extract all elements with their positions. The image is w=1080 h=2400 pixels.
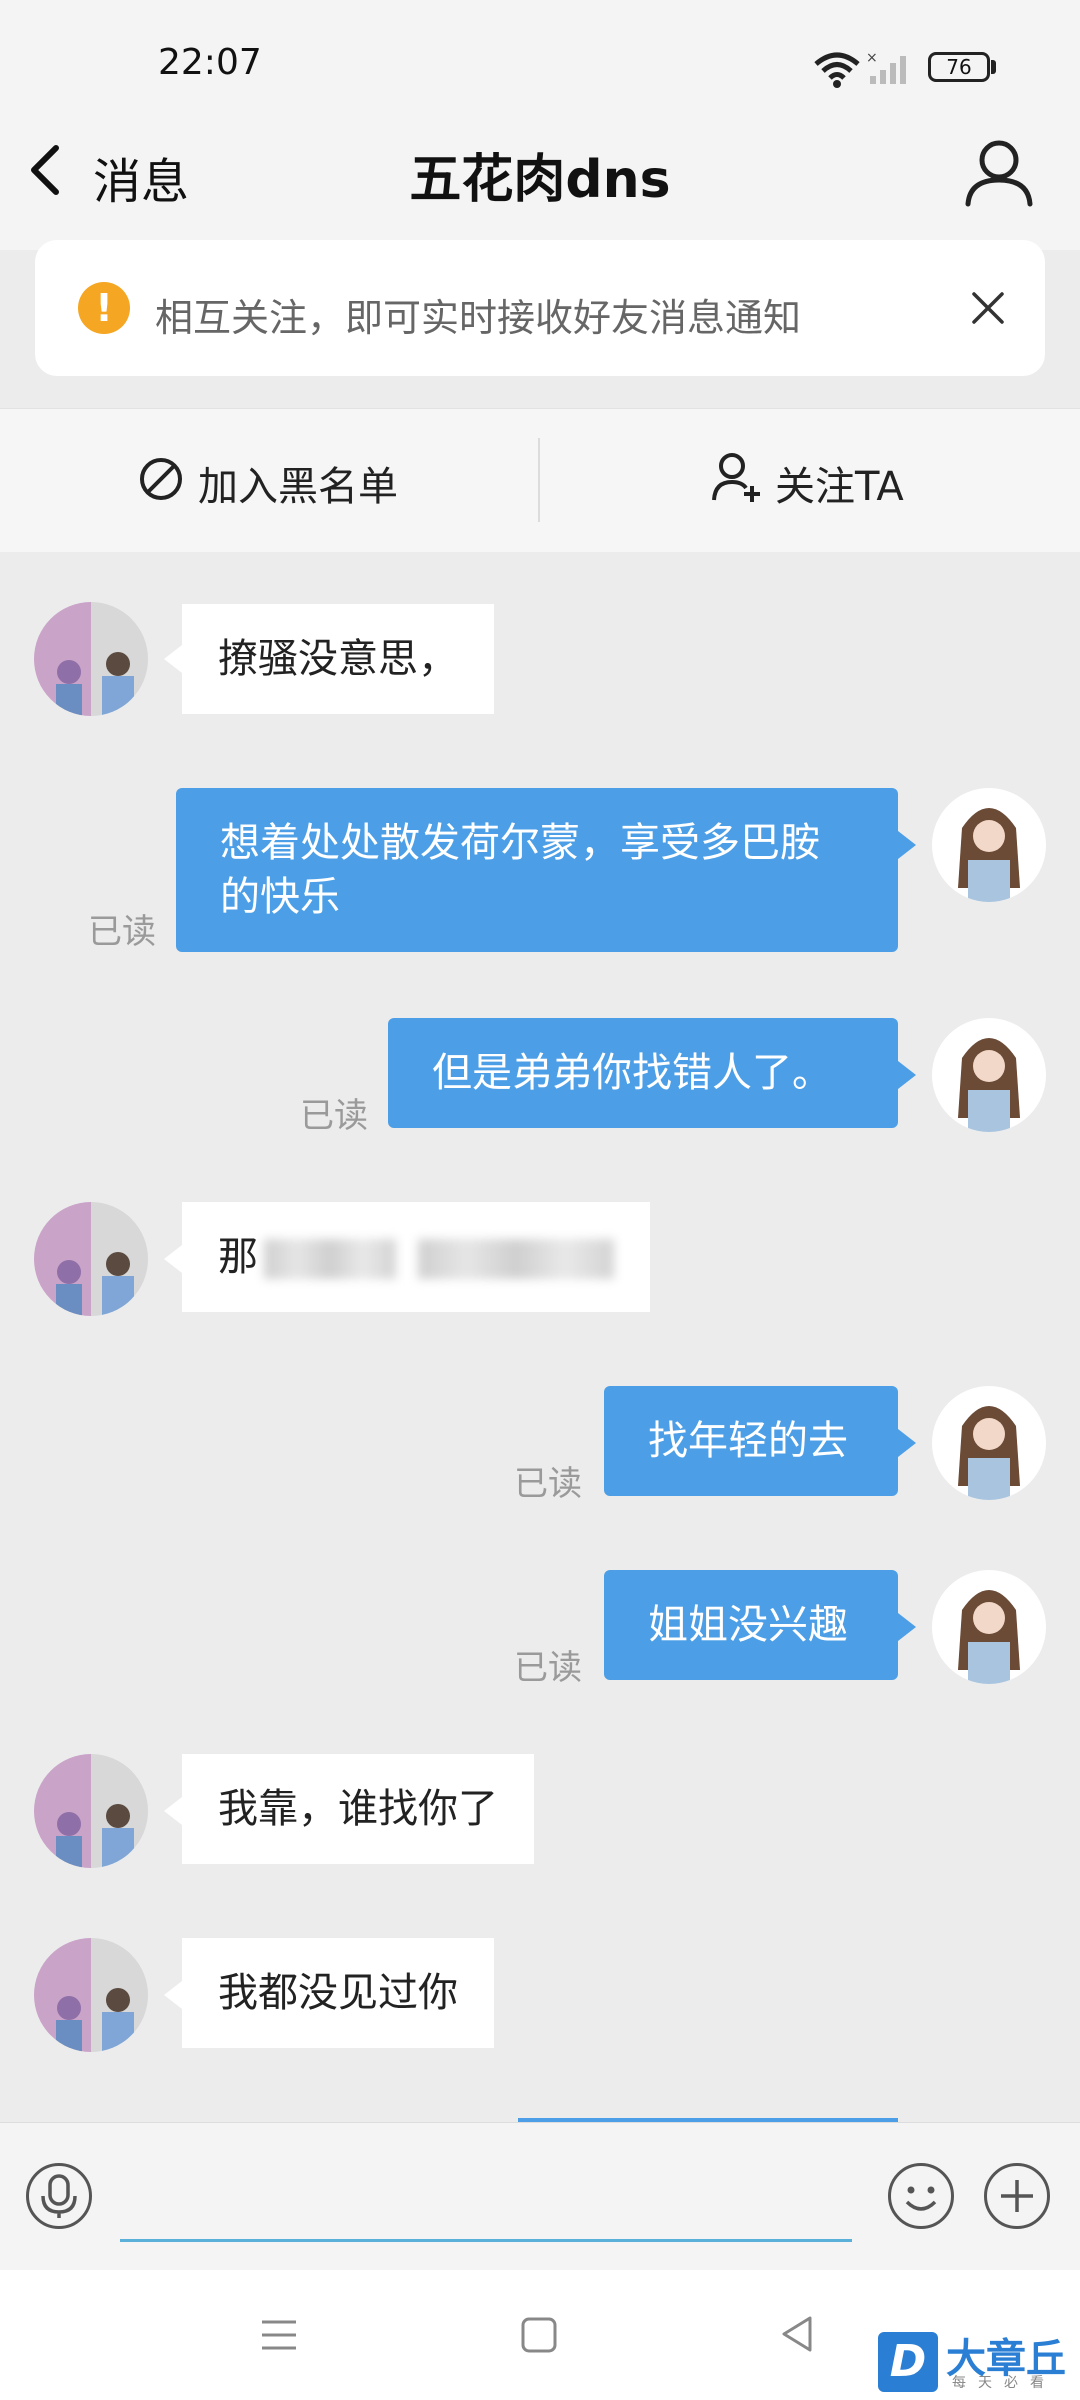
my-avatar[interactable]	[932, 1386, 1046, 1500]
svg-text:×: ×	[866, 50, 878, 66]
chat-area: 撩骚没意思， 想着处处散发荷尔蒙，享受多巴胺的快乐 已读 但是弟弟你找错人了。 …	[0, 552, 1080, 2122]
other-user-avatar[interactable]	[34, 1754, 148, 1868]
redaction-blur	[418, 1239, 614, 1279]
bubble-tail	[898, 1429, 916, 1457]
read-status: 已读	[300, 1096, 368, 1136]
plus-button[interactable]	[984, 2163, 1050, 2229]
battery-icon: 76	[928, 52, 990, 82]
bubble-tail	[898, 1613, 916, 1641]
message-input[interactable]	[120, 2150, 852, 2242]
watermark-subtext: 每天必看	[952, 2375, 1056, 2391]
received-message-redacted[interactable]: 那	[182, 1202, 650, 1312]
sent-message[interactable]: 找年轻的去	[604, 1386, 898, 1496]
watermark-logo: D	[878, 2332, 938, 2392]
bubble-tail	[164, 1797, 182, 1825]
signal-bars-icon: ×	[866, 50, 906, 84]
home-square-icon[interactable]	[518, 2314, 560, 2356]
bubble-tail	[164, 1245, 182, 1273]
sent-message[interactable]: 但是弟弟你找错人了。	[388, 1018, 898, 1128]
status-time: 22:07	[158, 42, 262, 83]
sent-message[interactable]: 想着处处散发荷尔蒙，享受多巴胺的快乐	[176, 788, 898, 952]
received-message[interactable]: 我靠，谁找你了	[182, 1754, 534, 1864]
other-user-avatar[interactable]	[34, 1202, 148, 1316]
banner-text: 相互关注，即可实时接收好友消息通知	[155, 296, 802, 340]
warning-icon: !	[78, 282, 130, 334]
microphone-icon	[41, 2174, 77, 2218]
wifi-icon	[814, 52, 860, 88]
follow-label[interactable]: 关注TA	[775, 454, 904, 512]
received-message[interactable]: 撩骚没意思，	[182, 604, 494, 714]
read-status: 已读	[514, 1464, 582, 1504]
other-user-avatar[interactable]	[34, 1938, 148, 2052]
back-triangle-icon[interactable]	[776, 2312, 818, 2356]
person-icon[interactable]	[962, 138, 1036, 208]
plus-icon	[1001, 2180, 1033, 2212]
action-divider	[538, 438, 540, 522]
emoji-icon	[905, 2186, 937, 2211]
read-status: 已读	[514, 1648, 582, 1688]
microphone-button[interactable]	[26, 2163, 92, 2229]
sent-message[interactable]: 姐姐没兴趣	[604, 1570, 898, 1680]
bubble-tail	[898, 831, 916, 859]
bubble-tail	[898, 1061, 916, 1089]
blacklist-label[interactable]: 加入黑名单	[198, 454, 398, 512]
my-avatar[interactable]	[932, 1018, 1046, 1132]
redaction-blur	[264, 1239, 396, 1279]
battery-tip	[991, 60, 996, 74]
emoji-button[interactable]	[888, 2163, 954, 2229]
read-status: 已读	[88, 912, 156, 952]
my-avatar[interactable]	[932, 788, 1046, 902]
bubble-tail	[164, 645, 182, 673]
redacted-message-text: 那	[218, 1234, 258, 1280]
my-avatar[interactable]	[932, 1570, 1046, 1684]
menu-icon[interactable]	[258, 2314, 300, 2356]
received-message[interactable]: 我都没见过你	[182, 1938, 494, 2048]
block-icon	[140, 458, 182, 500]
other-user-avatar[interactable]	[34, 602, 148, 716]
bubble-tail	[164, 1981, 182, 2009]
page-title: 五花肉dns	[409, 150, 671, 210]
add-person-icon	[712, 453, 760, 502]
close-icon[interactable]	[970, 290, 1006, 326]
